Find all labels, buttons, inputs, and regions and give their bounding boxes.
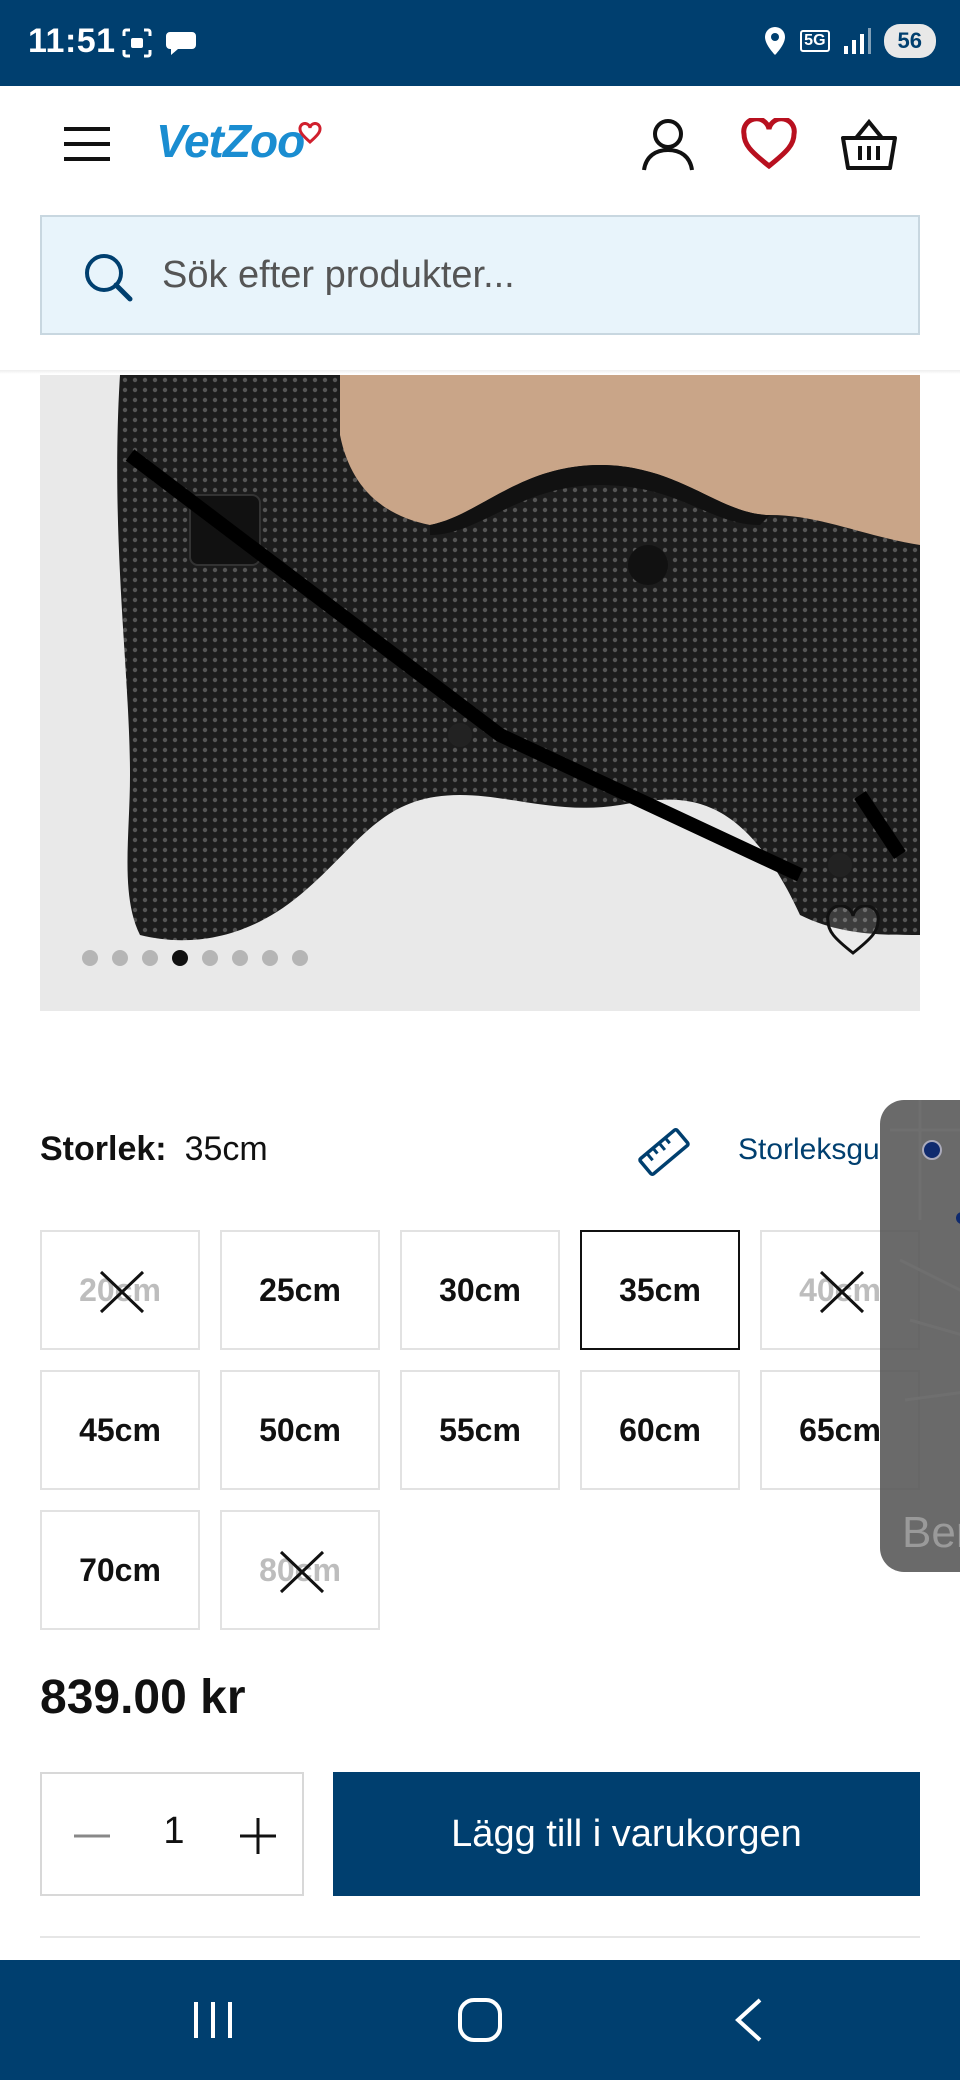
carousel-dot[interactable] xyxy=(142,950,158,966)
size-option-35cm[interactable]: 35cm xyxy=(580,1230,740,1350)
status-bar: 11:51 5G 56 xyxy=(0,0,960,86)
hamburger-menu-icon[interactable] xyxy=(62,124,114,164)
size-option-label: 30cm xyxy=(439,1271,521,1308)
network-type-badge: 5G xyxy=(800,30,830,52)
size-option-label: 70cm xyxy=(79,1551,161,1588)
site-header: VetZoo xyxy=(0,86,960,204)
home-icon[interactable] xyxy=(456,1996,504,2044)
size-option-label: 45cm xyxy=(79,1411,161,1448)
size-option-label: 55cm xyxy=(439,1411,521,1448)
carousel-dots xyxy=(82,950,308,966)
size-option-label: 65cm xyxy=(799,1411,881,1448)
size-label-row: Storlek: 35cm xyxy=(40,1130,268,1169)
shopping-basket-icon[interactable] xyxy=(840,116,898,172)
add-to-cart-button[interactable]: Lägg till i varukorgen xyxy=(333,1772,920,1896)
product-photo xyxy=(40,375,920,1011)
plus-icon[interactable] xyxy=(232,1810,284,1862)
wishlist-heart-icon[interactable] xyxy=(740,118,798,170)
size-guide-link[interactable]: Storleksgu xyxy=(738,1133,880,1167)
size-selected-value: 35cm xyxy=(184,1130,268,1168)
product-price: 839.00 kr xyxy=(40,1671,246,1724)
carousel-dot[interactable] xyxy=(202,950,218,966)
chat-bubble-icon xyxy=(166,32,196,55)
location-icon xyxy=(765,27,786,55)
search-icon xyxy=(85,254,133,302)
size-label: Storlek: xyxy=(40,1130,167,1168)
carousel-dot[interactable] xyxy=(292,950,308,966)
signal-icon xyxy=(843,28,871,54)
logo-heart-icon xyxy=(298,122,322,144)
screenshot-icon xyxy=(122,28,152,58)
carousel-dot[interactable] xyxy=(232,950,248,966)
system-navigation-bar xyxy=(0,1960,960,2080)
size-option-25cm[interactable]: 25cm xyxy=(220,1230,380,1350)
unavailable-cross-icon xyxy=(279,1550,325,1594)
unavailable-cross-icon xyxy=(819,1270,865,1314)
status-notifications xyxy=(120,26,198,60)
status-system: 5G 56 xyxy=(762,24,936,58)
size-option-60cm[interactable]: 60cm xyxy=(580,1370,740,1490)
quantity-value[interactable]: 1 xyxy=(142,1810,206,1853)
add-to-favorites-icon[interactable] xyxy=(824,905,882,957)
size-option-label: 50cm xyxy=(259,1411,341,1448)
recent-apps-icon[interactable] xyxy=(190,1998,236,2042)
product-image-carousel[interactable] xyxy=(40,375,920,1011)
size-option-70cm[interactable]: 70cm xyxy=(40,1510,200,1630)
map-preview xyxy=(890,1100,960,1402)
size-option-label: 35cm xyxy=(619,1271,701,1308)
size-option-80cm[interactable]: 80cm xyxy=(220,1510,380,1630)
size-option-label: 25cm xyxy=(259,1271,341,1308)
size-option-label: 60cm xyxy=(619,1411,701,1448)
floating-map-widget[interactable]: Ber xyxy=(880,1100,960,1572)
size-option-30cm[interactable]: 30cm xyxy=(400,1230,560,1350)
header-divider xyxy=(0,370,960,374)
back-icon[interactable] xyxy=(730,1996,770,2044)
battery-indicator: 56 xyxy=(883,24,936,58)
status-time: 11:51 xyxy=(28,22,116,60)
carousel-dot[interactable] xyxy=(112,950,128,966)
minus-icon[interactable] xyxy=(66,1810,118,1862)
size-option-55cm[interactable]: 55cm xyxy=(400,1370,560,1490)
ruler-icon[interactable] xyxy=(636,1124,692,1180)
unavailable-cross-icon xyxy=(99,1270,145,1314)
carousel-dot[interactable] xyxy=(82,950,98,966)
account-icon[interactable] xyxy=(640,116,696,172)
vetzoo-logo[interactable]: VetZoo xyxy=(156,114,305,168)
map-label: Ber xyxy=(902,1508,960,1557)
quantity-stepper: 1 xyxy=(40,1772,304,1896)
section-divider xyxy=(40,1936,920,1938)
carousel-dot[interactable] xyxy=(262,950,278,966)
search-bar[interactable] xyxy=(40,215,920,335)
search-input[interactable] xyxy=(162,217,892,333)
size-option-45cm[interactable]: 45cm xyxy=(40,1370,200,1490)
size-option-50cm[interactable]: 50cm xyxy=(220,1370,380,1490)
carousel-dot-active[interactable] xyxy=(172,950,188,966)
size-option-20cm[interactable]: 20cm xyxy=(40,1230,200,1350)
